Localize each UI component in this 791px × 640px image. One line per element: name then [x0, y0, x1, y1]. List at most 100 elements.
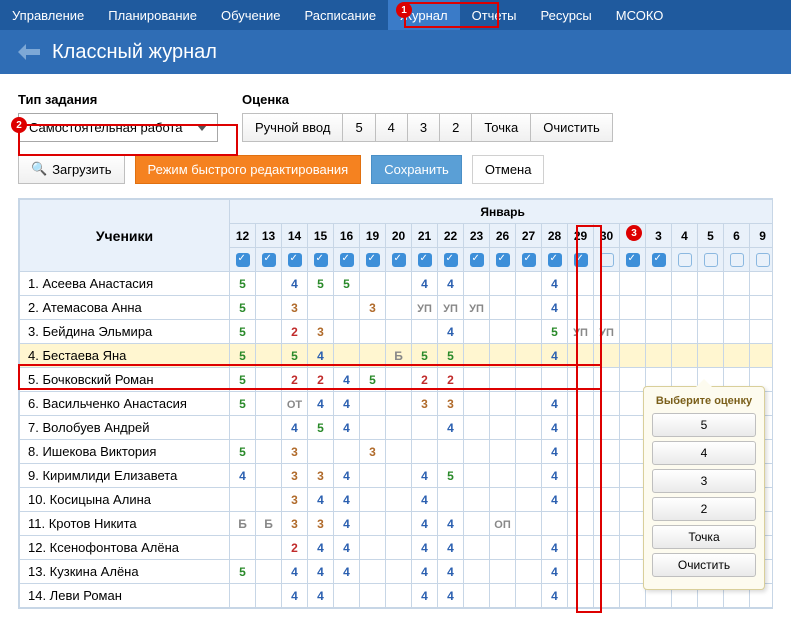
- day-header[interactable]: 23: [464, 224, 490, 248]
- grade-cell[interactable]: 4: [308, 560, 334, 584]
- grade-cell[interactable]: [256, 488, 282, 512]
- grade-cell[interactable]: [230, 416, 256, 440]
- grade-cell[interactable]: 2: [438, 368, 464, 392]
- grade-cell[interactable]: [568, 392, 594, 416]
- day-checkbox[interactable]: [340, 253, 354, 267]
- day-checkbox[interactable]: [444, 253, 458, 267]
- nav-item-1[interactable]: Планирование: [96, 0, 209, 30]
- grade-cell[interactable]: [334, 296, 360, 320]
- grade-cell[interactable]: [672, 272, 698, 296]
- grade-cell[interactable]: [464, 560, 490, 584]
- grade-cell[interactable]: 4: [412, 512, 438, 536]
- grade-cell[interactable]: 4: [438, 512, 464, 536]
- day-header[interactable]: 9: [750, 224, 774, 248]
- grade-cell[interactable]: 3: [282, 296, 308, 320]
- grade-cell[interactable]: 4: [438, 416, 464, 440]
- grade-cell[interactable]: 2: [412, 368, 438, 392]
- student-name[interactable]: 10. Косицына Алина: [20, 488, 230, 512]
- grade-cell[interactable]: Б: [256, 512, 282, 536]
- day-checkbox[interactable]: [236, 253, 250, 267]
- grade-cell[interactable]: [516, 536, 542, 560]
- grade-cell[interactable]: [490, 440, 516, 464]
- grade-cell[interactable]: [646, 344, 672, 368]
- grade-cell[interactable]: 5: [230, 560, 256, 584]
- grade-cell[interactable]: 4: [308, 488, 334, 512]
- grade-cell[interactable]: [490, 416, 516, 440]
- grade-cell[interactable]: [620, 296, 646, 320]
- day-header[interactable]: 16: [334, 224, 360, 248]
- popup-opt-1[interactable]: 4: [652, 441, 756, 465]
- grade-cell[interactable]: [256, 320, 282, 344]
- grade-cell[interactable]: [386, 296, 412, 320]
- grade-cell[interactable]: ОП: [490, 512, 516, 536]
- grade-cell[interactable]: 2: [282, 320, 308, 344]
- day-header[interactable]: 22: [438, 224, 464, 248]
- day-checkbox[interactable]: [522, 253, 536, 267]
- grade-cell[interactable]: 4: [412, 584, 438, 608]
- grade-cell[interactable]: [620, 344, 646, 368]
- grade-cell[interactable]: [360, 416, 386, 440]
- grade-cell[interactable]: [516, 296, 542, 320]
- grade-cell[interactable]: 5: [308, 416, 334, 440]
- day-checkbox[interactable]: [574, 253, 588, 267]
- day-header[interactable]: 4: [672, 224, 698, 248]
- grade-cell[interactable]: [386, 464, 412, 488]
- grade-cell[interactable]: 5: [230, 440, 256, 464]
- grade-cell[interactable]: [724, 296, 750, 320]
- grade-cell[interactable]: [620, 368, 646, 392]
- grade-cell[interactable]: 5: [542, 320, 568, 344]
- grade-cell[interactable]: [464, 536, 490, 560]
- grade-cell[interactable]: УП: [594, 320, 620, 344]
- grade-cell[interactable]: 4: [282, 272, 308, 296]
- nav-item-5[interactable]: Отчеты: [460, 0, 529, 30]
- grade-cell[interactable]: [620, 440, 646, 464]
- day-checkbox[interactable]: [392, 253, 406, 267]
- grade-cell[interactable]: [464, 416, 490, 440]
- grade-cell[interactable]: [490, 272, 516, 296]
- grade-cell[interactable]: [464, 488, 490, 512]
- grade-btn-4[interactable]: 2: [440, 113, 472, 142]
- grade-cell[interactable]: [412, 320, 438, 344]
- grade-cell[interactable]: 4: [542, 296, 568, 320]
- grade-cell[interactable]: 3: [412, 392, 438, 416]
- day-checkbox[interactable]: [470, 253, 484, 267]
- grade-cell[interactable]: [516, 368, 542, 392]
- grade-cell[interactable]: 3: [282, 488, 308, 512]
- grade-cell[interactable]: 3: [438, 392, 464, 416]
- grade-cell[interactable]: [334, 320, 360, 344]
- grade-cell[interactable]: 5: [360, 368, 386, 392]
- grade-cell[interactable]: [464, 584, 490, 608]
- student-name[interactable]: 5. Бочковский Роман: [20, 368, 230, 392]
- grade-cell[interactable]: 4: [282, 584, 308, 608]
- student-name[interactable]: 7. Волобуев Андрей: [20, 416, 230, 440]
- popup-opt-0[interactable]: 5: [652, 413, 756, 437]
- day-checkbox[interactable]: [288, 253, 302, 267]
- grade-cell[interactable]: [594, 344, 620, 368]
- nav-item-6[interactable]: Ресурсы: [529, 0, 604, 30]
- grade-cell[interactable]: [438, 488, 464, 512]
- grade-cell[interactable]: УП: [464, 296, 490, 320]
- grade-cell[interactable]: [516, 560, 542, 584]
- grade-cell[interactable]: [568, 584, 594, 608]
- grade-cell[interactable]: [594, 368, 620, 392]
- grade-cell[interactable]: [386, 560, 412, 584]
- grade-cell[interactable]: 5: [230, 272, 256, 296]
- grade-cell[interactable]: [516, 488, 542, 512]
- grade-cell[interactable]: [750, 320, 774, 344]
- day-checkbox[interactable]: [366, 253, 380, 267]
- student-name[interactable]: 12. Ксенофонтова Алёна: [20, 536, 230, 560]
- grade-cell[interactable]: [360, 392, 386, 416]
- grade-cell[interactable]: [360, 272, 386, 296]
- grade-cell[interactable]: 3: [360, 440, 386, 464]
- grade-btn-5[interactable]: Точка: [472, 113, 531, 142]
- grade-cell[interactable]: 4: [438, 584, 464, 608]
- grade-cell[interactable]: [464, 272, 490, 296]
- day-header[interactable]: 21: [412, 224, 438, 248]
- grade-cell[interactable]: [256, 392, 282, 416]
- day-checkbox[interactable]: [548, 253, 562, 267]
- grade-cell[interactable]: 4: [412, 488, 438, 512]
- back-icon[interactable]: [18, 42, 42, 62]
- student-name[interactable]: 1. Асеева Анастасия: [20, 272, 230, 296]
- grade-cell[interactable]: [256, 296, 282, 320]
- grade-cell[interactable]: [724, 272, 750, 296]
